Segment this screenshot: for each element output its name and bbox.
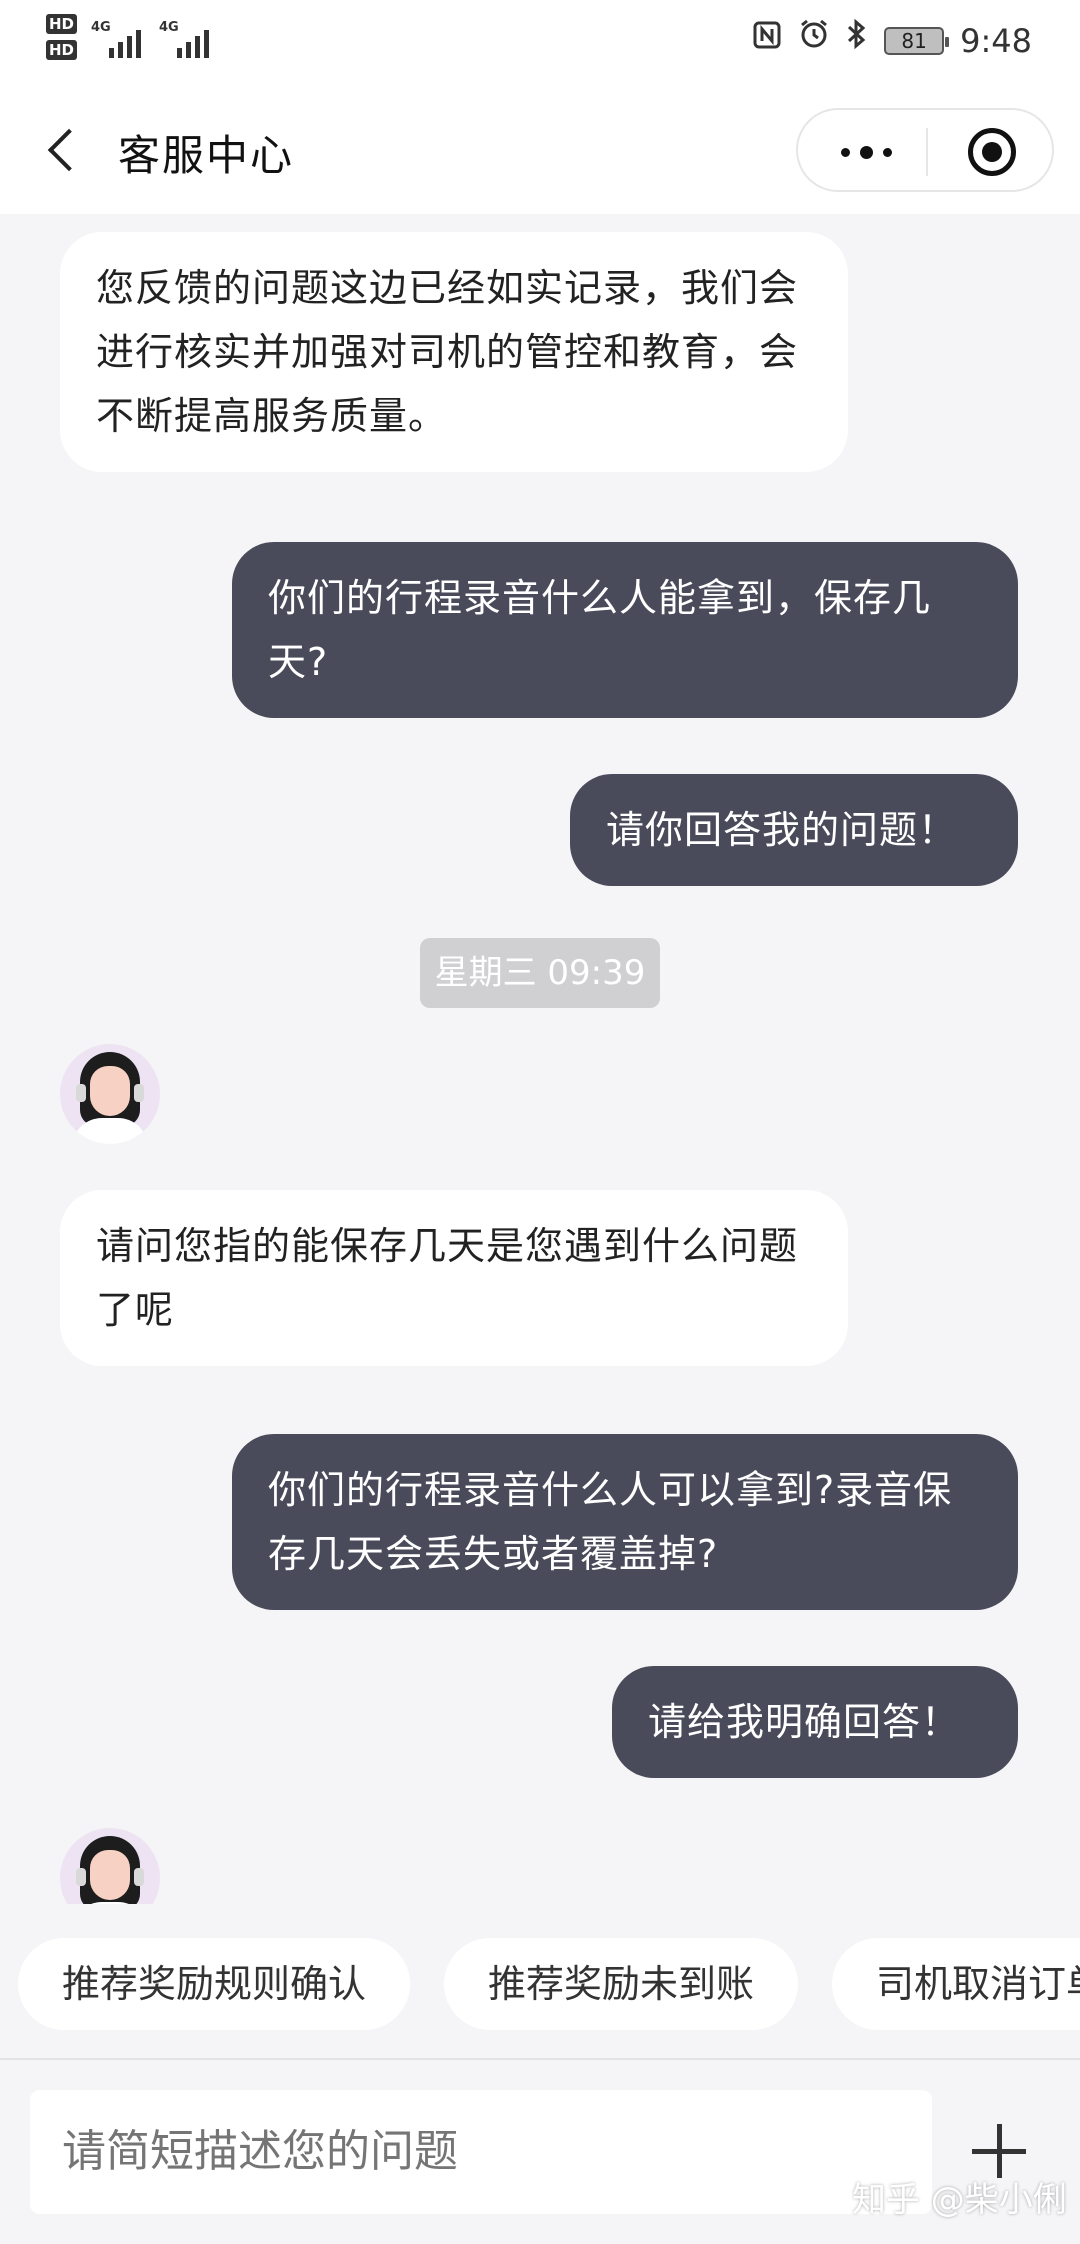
signal-group: HD HD 4G 4G [46, 14, 227, 60]
nfc-icon [752, 18, 782, 64]
chat-screen: HD HD 4G 4G 81 9:48 客服中心 您反馈的问题这边已经如实记录，… [0, 0, 1080, 2244]
agent-avatar [60, 1044, 160, 1144]
sim1-network-type: 4G [91, 20, 111, 35]
hd-badge-1: HD [46, 14, 78, 34]
message-text: 请给我明确回答！ [648, 1700, 961, 1744]
add-attachment-button[interactable] [972, 2124, 1026, 2178]
quick-replies: 推荐奖励规则确认 推荐奖励未到账 司机取消订单 [0, 1934, 1080, 2034]
close-miniprogram-button[interactable] [968, 128, 1016, 176]
nav-bar: 客服中心 [0, 86, 1080, 214]
status-icons: 81 9:48 [752, 18, 1032, 64]
alarm-icon [798, 18, 830, 64]
miniprogram-capsule [796, 108, 1054, 192]
status-bar: HD HD 4G 4G 81 9:48 [0, 0, 1080, 86]
more-dots-icon [840, 147, 850, 157]
page-title: 客服中心 [118, 131, 295, 180]
user-message: 你们的行程录音什么人可以拿到?录音保存几天会丢失或者覆盖掉? [232, 1434, 1018, 1610]
message-text: 你们的行程录音什么人可以拿到?录音保存几天会丢失或者覆盖掉? [268, 1468, 953, 1576]
message-text: 你们的行程录音什么人能拿到，保存几天? [268, 576, 932, 684]
bluetooth-icon [846, 18, 868, 64]
user-message: 请你回答我的问题！ [570, 774, 1018, 886]
message-input[interactable] [30, 2090, 932, 2214]
quick-reply-chip[interactable]: 推荐奖励规则确认 [18, 1938, 411, 2030]
agent-avatar [60, 1828, 160, 1904]
message-text: 您反馈的问题这边已经如实记录，我们会进行核实并加强对司机的管控和教育，会不断提高… [96, 266, 799, 438]
agent-message: 请问您指的能保存几天是您遇到什么问题了呢 [60, 1190, 848, 1366]
message-text: 请问您指的能保存几天是您遇到什么问题了呢 [96, 1224, 799, 1332]
sim1-signal-icon: 4G [91, 14, 142, 58]
sim2-network-type: 4G [159, 20, 179, 35]
user-message: 你们的行程录音什么人能拿到，保存几天? [232, 542, 1018, 718]
more-button[interactable] [826, 130, 906, 174]
watermark: 知乎 @柴小俐 [852, 2180, 1067, 2220]
message-text: 请你回答我的问题！ [606, 808, 958, 852]
battery-indicator: 81 [884, 27, 950, 55]
sim2-signal-icon: 4G [159, 14, 210, 58]
status-time: 9:48 [960, 22, 1032, 60]
chat-messages[interactable]: 您反馈的问题这边已经如实记录，我们会进行核实并加强对司机的管控和教育，会不断提高… [0, 214, 1080, 1904]
timestamp-chip: 星期三 09:39 [420, 938, 660, 1008]
hd-badges: HD HD [46, 14, 78, 60]
hd-badge-2: HD [46, 40, 78, 60]
quick-reply-chip[interactable]: 司机取消订单 [832, 1938, 1080, 2030]
chevron-left-icon [47, 128, 91, 172]
capsule-divider [926, 128, 928, 176]
quick-reply-chip[interactable]: 推荐奖励未到账 [444, 1938, 799, 2030]
user-message: 请给我明确回答！ [612, 1666, 1018, 1778]
back-button[interactable] [40, 120, 91, 180]
agent-message: 您反馈的问题这边已经如实记录，我们会进行核实并加强对司机的管控和教育，会不断提高… [60, 232, 848, 472]
